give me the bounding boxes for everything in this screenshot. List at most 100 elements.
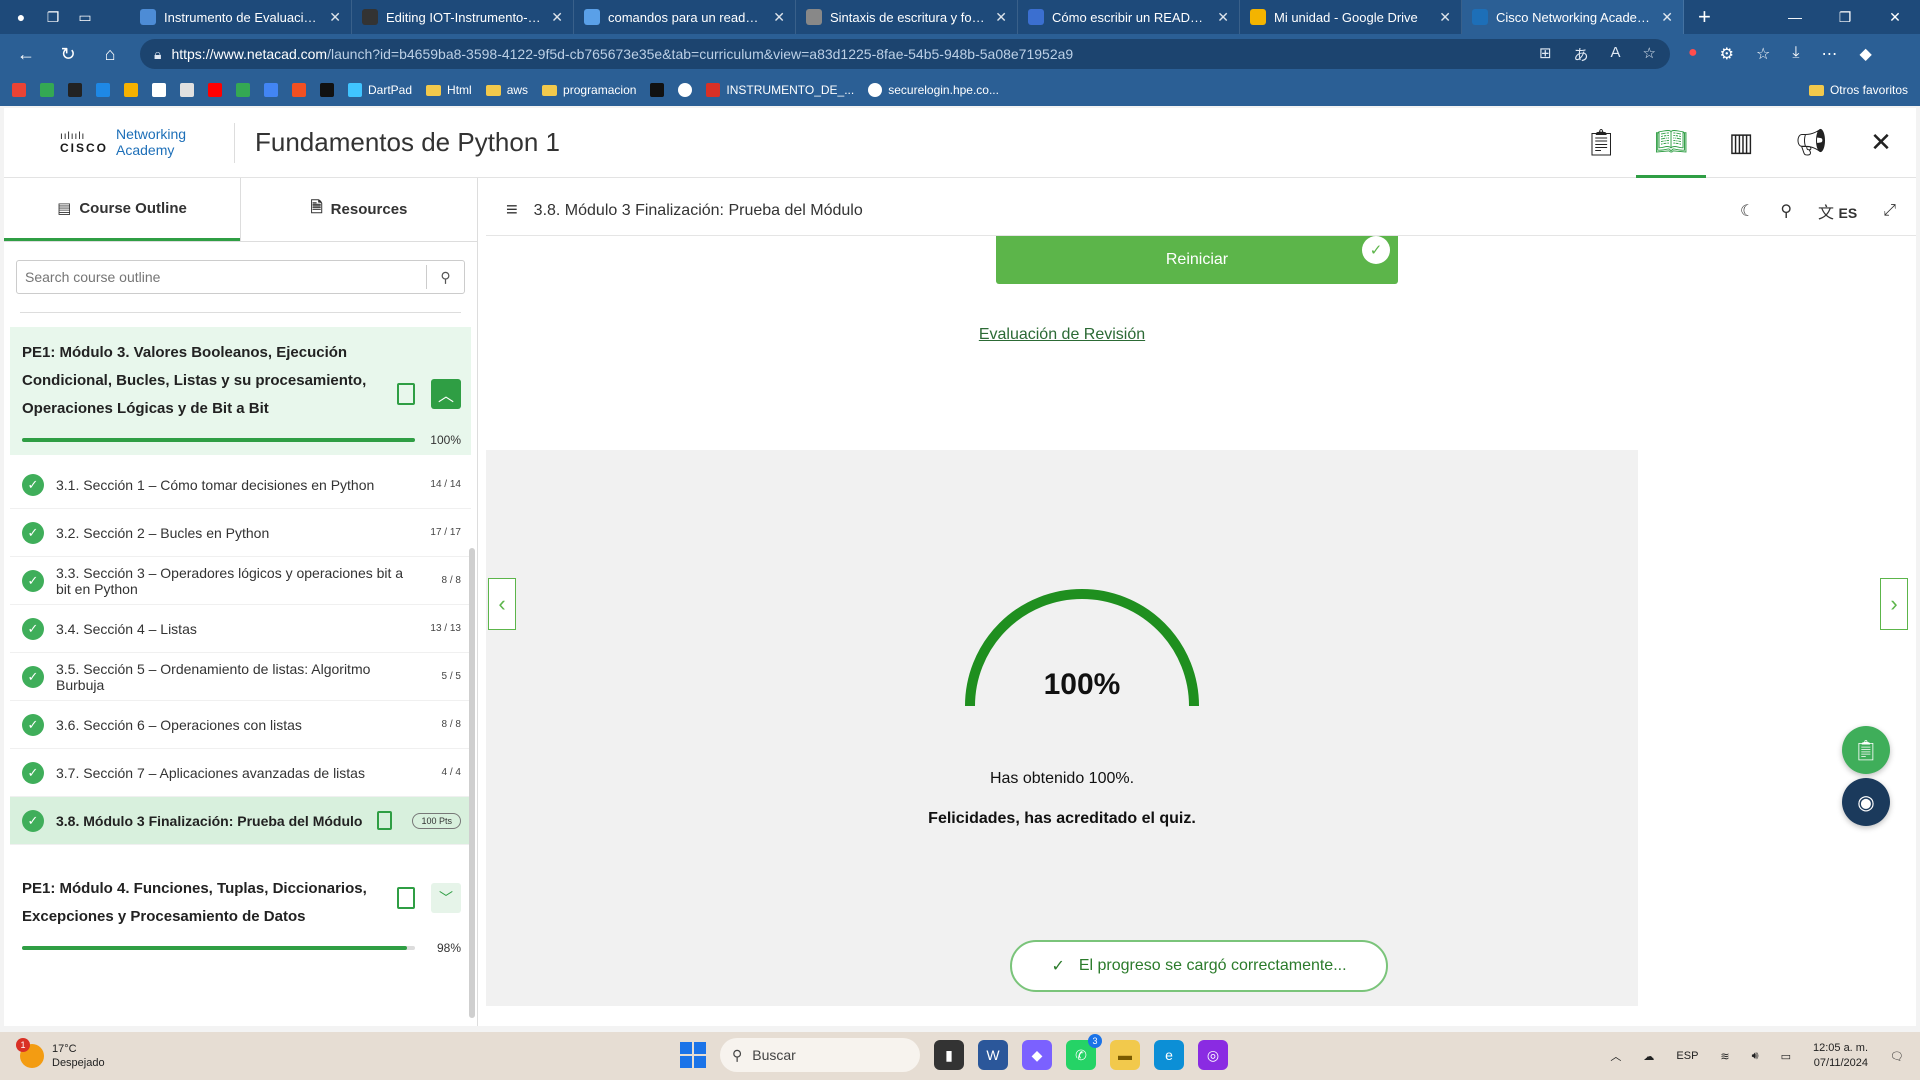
browser-tab[interactable]: Editing IOT-Instrumento-de-Ev✕ (352, 0, 574, 34)
system-clock[interactable]: 12:05 a. m. 07/11/2024 (1813, 1041, 1868, 1071)
language-selector[interactable]: 文 ES (1818, 199, 1857, 223)
clipboard-icon[interactable] (397, 887, 415, 909)
show-hidden-icons-chevron[interactable]: ︿ (1610, 1048, 1621, 1064)
gmail-icon[interactable] (12, 83, 26, 97)
copilot-icon[interactable]: ◆ (1859, 44, 1871, 64)
close-tab-icon[interactable]: ✕ (1439, 9, 1451, 26)
previous-page-arrow[interactable]: ‹ (488, 578, 516, 630)
podcast-app-icon[interactable]: ◎ (1198, 1040, 1228, 1070)
clipboard-icon[interactable] (397, 383, 415, 405)
bookmark-instrumento[interactable]: INSTRUMENTO_DE_... (706, 83, 854, 97)
youtube-icon[interactable] (208, 83, 222, 97)
close-tab-icon[interactable]: ✕ (1661, 9, 1673, 26)
dark-mode-moon-icon[interactable]: ☾ (1740, 201, 1754, 221)
restore-icon[interactable]: ❐ (1820, 9, 1870, 26)
course-book-icon[interactable]: 📖︎ (1636, 108, 1706, 178)
extensions-puzzle-icon[interactable]: ⚙ (1720, 44, 1734, 64)
taskbar-search[interactable]: ⚲ Buscar (720, 1038, 920, 1072)
edge-browser-icon[interactable]: e (1154, 1040, 1184, 1070)
word-app-icon[interactable]: W (978, 1040, 1008, 1070)
close-tab-icon[interactable]: ✕ (329, 9, 341, 26)
favorite-star-icon[interactable]: ☆ (1643, 44, 1656, 65)
onedrive-cloud-icon[interactable]: ☁ (1643, 1050, 1654, 1063)
keyboard-language[interactable]: ESP (1676, 1050, 1698, 1062)
section-item[interactable]: ✓ 3.3. Sección 3 – Operadores lógicos y o… (10, 557, 471, 605)
module-4-header[interactable]: PE1: Módulo 4. Funciones, Tuplas, Diccio… (10, 867, 471, 963)
tab-course-outline[interactable]: ▤ Course Outline (4, 178, 240, 241)
expand-chevron-down-icon[interactable]: ﹀ (431, 883, 461, 913)
browser-tab[interactable]: Instrumento de Evaluación Uni✕ (130, 0, 352, 34)
close-tab-icon[interactable]: ✕ (551, 9, 563, 26)
extension-icon[interactable]: ● (1688, 44, 1698, 64)
bookmark-icon[interactable] (96, 83, 110, 97)
bookmark-icon[interactable] (124, 83, 138, 97)
fullscreen-expand-icon[interactable]: ⤢ (1883, 202, 1896, 220)
section-item[interactable]: ✓ 3.2. Sección 2 – Bucles en Python 17 / 1… (10, 509, 471, 557)
read-aloud-icon[interactable]: A (1611, 44, 1621, 65)
wifi-icon[interactable]: ≋ (1720, 1050, 1729, 1063)
maps-icon[interactable] (236, 83, 250, 97)
bookmark-folder-programacion[interactable]: programacion (542, 83, 636, 97)
minimize-icon[interactable]: — (1770, 9, 1820, 26)
close-window-icon[interactable]: ✕ (1870, 9, 1920, 26)
microsoft-icon[interactable] (292, 83, 306, 97)
section-item[interactable]: ✓ 3.4. Sección 4 – Listas 13 / 13 (10, 605, 471, 653)
more-menu-icon[interactable]: ⋯ (1821, 44, 1837, 64)
close-tab-icon[interactable]: ✕ (773, 9, 785, 26)
bookmark-folder-html[interactable]: Html (426, 83, 472, 97)
translate-icon[interactable]: あ (1574, 44, 1589, 65)
whatsapp-app-icon[interactable]: ✆ 3 (1066, 1034, 1102, 1070)
profile-icon[interactable]: ● (10, 6, 32, 28)
downloads-icon[interactable]: ⤓ (1792, 44, 1799, 64)
section-item-active[interactable]: ✓ 3.8. Módulo 3 Finalización: Prueba del … (10, 797, 471, 845)
document-icon[interactable] (180, 83, 194, 97)
favorites-icon[interactable]: ☆ (1756, 44, 1770, 64)
bookmark-icon[interactable] (650, 83, 665, 97)
module-3-header[interactable]: PE1: Módulo 3. Valores Booleanos, Ejecuc… (10, 327, 471, 455)
next-page-arrow[interactable]: › (1880, 578, 1908, 630)
new-tab-button[interactable]: + (1684, 4, 1725, 30)
volume-icon[interactable]: 🔊︎ (1752, 1050, 1759, 1063)
bookmark-securelogin[interactable]: securelogin.hpe.co... (868, 83, 999, 97)
search-icon[interactable]: ⚲ (426, 265, 464, 289)
bookmark-folder-aws[interactable]: aws (485, 83, 528, 97)
tab-resources[interactable]: 🗎︎ Resources (240, 178, 477, 241)
home-icon[interactable]: ⌂ (98, 44, 122, 65)
section-item[interactable]: ✓ 3.7. Sección 7 – Aplicaciones avanzadas… (10, 749, 471, 797)
grades-chart-icon[interactable]: ▥ (1706, 108, 1776, 178)
back-icon[interactable]: ← (14, 44, 38, 65)
sidebar-scrollbar[interactable] (469, 548, 475, 1018)
copilot-app-icon[interactable]: ◆ (1022, 1040, 1052, 1070)
section-item[interactable]: ✓ 3.6. Sección 6 – Operaciones con listas… (10, 701, 471, 749)
openai-icon[interactable] (678, 83, 693, 97)
browser-tab[interactable]: comandos para un readme en ✕ (574, 0, 796, 34)
collapse-chevron-up-icon[interactable]: ︿ (431, 379, 461, 409)
close-tab-icon[interactable]: ✕ (995, 9, 1007, 26)
cisco-logo[interactable]: ıılıılı CISCO Networking Academy (4, 126, 186, 158)
reload-icon[interactable]: ↻ (56, 44, 80, 65)
browser-tab[interactable]: Cómo escribir un README inc✕ (1018, 0, 1240, 34)
assistant-chat-fab[interactable]: ◉ (1842, 778, 1890, 826)
section-item[interactable]: ✓ 3.1. Sección 1 – Cómo tomar decisiones … (10, 461, 471, 509)
assignments-icon[interactable]: 📋︎ (1566, 108, 1636, 178)
restart-button[interactable]: Reiniciar ✓ (996, 236, 1398, 284)
close-course-icon[interactable]: ✕ (1846, 108, 1916, 178)
outline-search-input[interactable] (17, 269, 426, 285)
weather-widget[interactable]: 1 17°C Despejado (0, 1038, 300, 1070)
file-manager-app-icon[interactable]: ▮ (934, 1040, 964, 1070)
windows-start-icon[interactable] (680, 1042, 706, 1068)
collapse-menu-icon[interactable]: ≡ (506, 199, 518, 222)
notifications-icon[interactable]: 🗨︎ (1890, 1050, 1904, 1063)
drive-icon[interactable] (40, 83, 54, 97)
bookmark-icon[interactable] (152, 83, 166, 97)
app-available-icon[interactable]: ⊞ (1539, 44, 1552, 65)
close-tab-icon[interactable]: ✕ (1217, 9, 1229, 26)
browser-tab[interactable]: Sintaxis de escritura y formato✕ (796, 0, 1018, 34)
review-evaluation-link[interactable]: Evaluación de Revisión (486, 326, 1638, 344)
file-explorer-folder-icon[interactable]: ▬ (1110, 1040, 1140, 1070)
wordpress-icon[interactable] (320, 83, 334, 97)
announcements-megaphone-icon[interactable]: 📢︎ (1776, 108, 1846, 178)
bookmark-icon[interactable] (264, 83, 278, 97)
assignments-fab[interactable]: 📋︎ (1842, 726, 1890, 774)
tab-actions-icon[interactable]: ▭ (74, 6, 96, 28)
